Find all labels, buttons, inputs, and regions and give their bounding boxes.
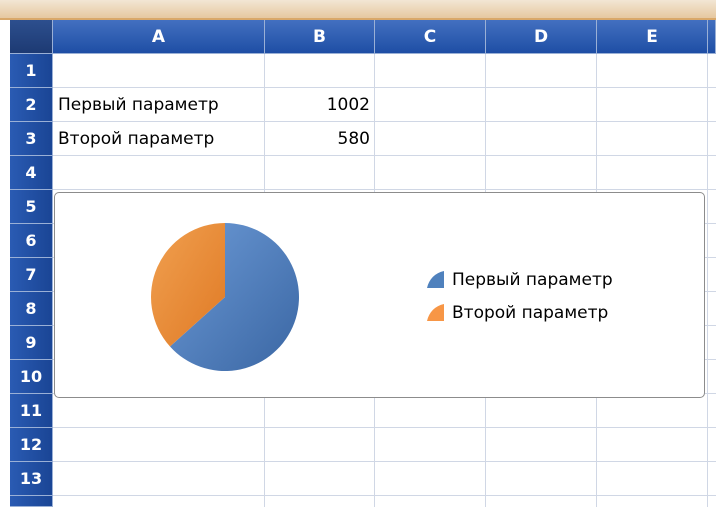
column-header-c[interactable]: C — [375, 20, 486, 54]
column-header-a[interactable]: A — [53, 20, 265, 54]
row-header-1[interactable]: 1 — [10, 54, 53, 88]
legend-item-series-1: Первый параметр — [427, 263, 613, 296]
column-header-d[interactable]: D — [486, 20, 597, 54]
cell-b3[interactable]: 580 — [266, 122, 370, 156]
row-header-7[interactable]: 7 — [10, 258, 53, 292]
gridline-horizontal — [53, 427, 716, 428]
pie-chart[interactable]: Первый параметр Второй параметр — [54, 192, 705, 398]
row-header-13[interactable]: 13 — [10, 462, 53, 496]
column-header-e[interactable]: E — [597, 20, 708, 54]
row-header-11[interactable]: 11 — [10, 394, 53, 428]
gridline-horizontal — [53, 461, 716, 462]
row-header-14-partial[interactable] — [10, 496, 53, 507]
gridline-horizontal — [53, 189, 716, 190]
row-header-10[interactable]: 10 — [10, 360, 53, 394]
legend-swatch-series-2 — [427, 304, 444, 321]
row-header-5[interactable]: 5 — [10, 190, 53, 224]
gridline-horizontal — [53, 495, 716, 496]
row-header-3[interactable]: 3 — [10, 122, 53, 156]
row-header-8[interactable]: 8 — [10, 292, 53, 326]
select-all-corner[interactable] — [10, 20, 53, 54]
column-header-b[interactable]: B — [265, 20, 375, 54]
window-top-border — [0, 0, 716, 20]
cell-b2[interactable]: 1002 — [266, 88, 370, 122]
legend-swatch-series-1 — [427, 271, 444, 288]
row-header-9[interactable]: 9 — [10, 326, 53, 360]
row-header-2[interactable]: 2 — [10, 88, 53, 122]
cell-a2[interactable]: Первый параметр — [58, 88, 262, 122]
cell-a3[interactable]: Второй параметр — [58, 122, 262, 156]
row-header-6[interactable]: 6 — [10, 224, 53, 258]
legend-item-series-2: Второй параметр — [427, 296, 613, 329]
pie-plot-area — [151, 223, 299, 371]
chart-legend: Первый параметр Второй параметр — [427, 263, 613, 329]
column-header-f-partial[interactable] — [708, 20, 716, 54]
row-header-4[interactable]: 4 — [10, 156, 53, 190]
legend-label-series-1: Первый параметр — [452, 269, 613, 290]
legend-label-series-2: Второй параметр — [452, 302, 609, 323]
row-header-12[interactable]: 12 — [10, 428, 53, 462]
